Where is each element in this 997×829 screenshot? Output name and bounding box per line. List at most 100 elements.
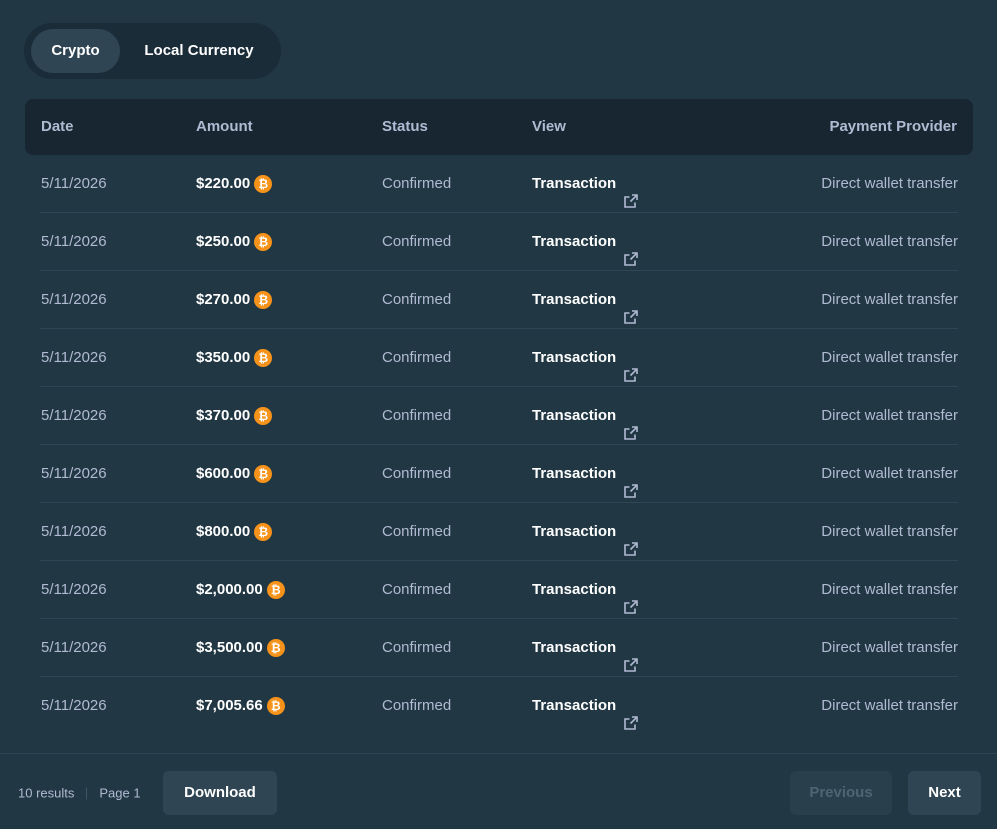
external-link-icon — [623, 176, 639, 208]
pagination-separator — [86, 787, 88, 799]
crypto-tab[interactable]: Crypto — [31, 29, 120, 73]
transaction-link[interactable]: Transaction — [532, 445, 639, 503]
bitcoin-icon: ₿ — [254, 523, 273, 541]
row-payment-provider: Direct wallet transfer — [821, 697, 958, 714]
local-currency-tab[interactable]: Local Currency — [134, 29, 264, 73]
amount-value: $350.00 — [196, 349, 251, 366]
transaction-link[interactable]: Transaction — [532, 619, 639, 677]
row-date: 5/11/2026 — [41, 465, 107, 482]
row-date: 5/11/2026 — [41, 175, 107, 192]
row-amount: $370.00 ₿ — [196, 387, 273, 445]
transactions-table-body: 5/11/2026 $220.00 ₿ Confirmed Transaction Dir… — [40, 155, 958, 734]
row-status: Confirmed — [382, 465, 452, 482]
transaction-link[interactable]: Transaction — [532, 213, 639, 271]
transaction-link[interactable]: Transaction — [532, 561, 639, 619]
table-row: 5/11/2026 $370.00 ₿ Confirmed Transaction Dir… — [40, 387, 958, 445]
amount-value: $600.00 — [196, 465, 251, 482]
transaction-link[interactable]: Transaction — [532, 503, 639, 561]
bitcoin-icon: ₿ — [254, 465, 273, 483]
transaction-link-label: Transaction — [532, 581, 617, 598]
row-date: 5/11/2026 — [41, 291, 107, 308]
row-date: 5/11/2026 — [41, 639, 107, 656]
amount-value: $2,000.00 — [196, 581, 263, 598]
table-row: 5/11/2026 $3,500.00 ₿ Confirmed Transaction D… — [40, 619, 958, 677]
table-row: 5/11/2026 $250.00 ₿ Confirmed Transaction Dir… — [40, 213, 958, 271]
bitcoin-icon: ₿ — [254, 349, 273, 367]
row-status: Confirmed — [382, 407, 452, 424]
external-link-icon — [623, 582, 639, 614]
transaction-link-label: Transaction — [532, 465, 617, 482]
row-payment-provider: Direct wallet transfer — [821, 581, 958, 598]
header-amount: Amount — [196, 118, 253, 135]
row-status: Confirmed — [382, 697, 452, 714]
table-row: 5/11/2026 $800.00 ₿ Confirmed Transaction Dir… — [40, 503, 958, 561]
transaction-link-label: Transaction — [532, 349, 617, 366]
bitcoin-icon: ₿ — [266, 581, 285, 599]
external-link-icon — [623, 466, 639, 498]
row-amount: $600.00 ₿ — [196, 445, 273, 503]
amount-value: $370.00 — [196, 407, 251, 424]
footer-divider — [0, 753, 997, 754]
transaction-link[interactable]: Transaction — [532, 387, 639, 445]
page-indicator: Page 1 — [99, 785, 141, 801]
row-payment-provider: Direct wallet transfer — [821, 291, 958, 308]
row-payment-provider: Direct wallet transfer — [821, 233, 958, 250]
row-payment-provider: Direct wallet transfer — [821, 175, 958, 192]
row-date: 5/11/2026 — [41, 581, 107, 598]
row-date: 5/11/2026 — [41, 407, 107, 424]
row-payment-provider: Direct wallet transfer — [821, 523, 958, 540]
row-payment-provider: Direct wallet transfer — [821, 639, 958, 656]
row-amount: $7,005.66 ₿ — [196, 677, 285, 735]
external-link-icon — [623, 698, 639, 730]
bitcoin-icon: ₿ — [266, 639, 285, 657]
row-status: Confirmed — [382, 639, 452, 656]
previous-button[interactable]: Previous — [790, 771, 892, 815]
transaction-link-label: Transaction — [532, 291, 617, 308]
external-link-icon — [623, 640, 639, 672]
row-status: Confirmed — [382, 581, 452, 598]
external-link-icon — [623, 524, 639, 556]
row-amount: $3,500.00 ₿ — [196, 619, 285, 677]
amount-value: $270.00 — [196, 291, 251, 308]
amount-value: $250.00 — [196, 233, 251, 250]
transaction-link[interactable]: Transaction — [532, 329, 639, 387]
bitcoin-icon: ₿ — [254, 175, 273, 193]
table-row: 5/11/2026 $2,000.00 ₿ Confirmed Transaction D… — [40, 561, 958, 619]
results-count: 10 results — [18, 785, 75, 801]
transaction-link-label: Transaction — [532, 233, 617, 250]
external-link-icon — [623, 408, 639, 440]
table-row: 5/11/2026 $600.00 ₿ Confirmed Transaction Dir… — [40, 445, 958, 503]
row-date: 5/11/2026 — [41, 697, 107, 714]
pagination-info: 10 results Page 1 — [18, 786, 141, 801]
table-row: 5/11/2026 $220.00 ₿ Confirmed Transaction Dir… — [40, 155, 958, 213]
bitcoin-icon: ₿ — [254, 233, 273, 251]
row-amount: $2,000.00 ₿ — [196, 561, 285, 619]
bitcoin-icon: ₿ — [254, 291, 273, 309]
transaction-link[interactable]: Transaction — [532, 677, 639, 735]
row-payment-provider: Direct wallet transfer — [821, 349, 958, 366]
row-status: Confirmed — [382, 233, 452, 250]
transaction-link[interactable]: Transaction — [532, 271, 639, 329]
amount-value: $7,005.66 — [196, 697, 263, 714]
transaction-link-label: Transaction — [532, 523, 617, 540]
amount-value: $220.00 — [196, 175, 251, 192]
row-status: Confirmed — [382, 175, 452, 192]
download-button[interactable]: Download — [163, 771, 277, 815]
header-status: Status — [382, 118, 428, 135]
header-view: View — [532, 118, 566, 135]
next-button[interactable]: Next — [908, 771, 981, 815]
transaction-link-label: Transaction — [532, 697, 617, 714]
bitcoin-icon: ₿ — [266, 697, 285, 715]
row-amount: $270.00 ₿ — [196, 271, 273, 329]
table-row: 5/11/2026 $7,005.66 ₿ Confirmed Transaction D… — [40, 677, 958, 734]
transaction-link[interactable]: Transaction — [532, 155, 639, 213]
row-amount: $800.00 ₿ — [196, 503, 273, 561]
amount-value: $800.00 — [196, 523, 251, 540]
table-row: 5/11/2026 $270.00 ₿ Confirmed Transaction Dir… — [40, 271, 958, 329]
table-row: 5/11/2026 $350.00 ₿ Confirmed Transaction Dir… — [40, 329, 958, 387]
table-header: Date Amount Status View Payment Provider — [25, 99, 973, 155]
amount-value: $3,500.00 — [196, 639, 263, 656]
currency-toggle: Crypto Local Currency — [24, 23, 281, 79]
header-date: Date — [41, 118, 74, 135]
header-payment-provider: Payment Provider — [829, 118, 957, 135]
